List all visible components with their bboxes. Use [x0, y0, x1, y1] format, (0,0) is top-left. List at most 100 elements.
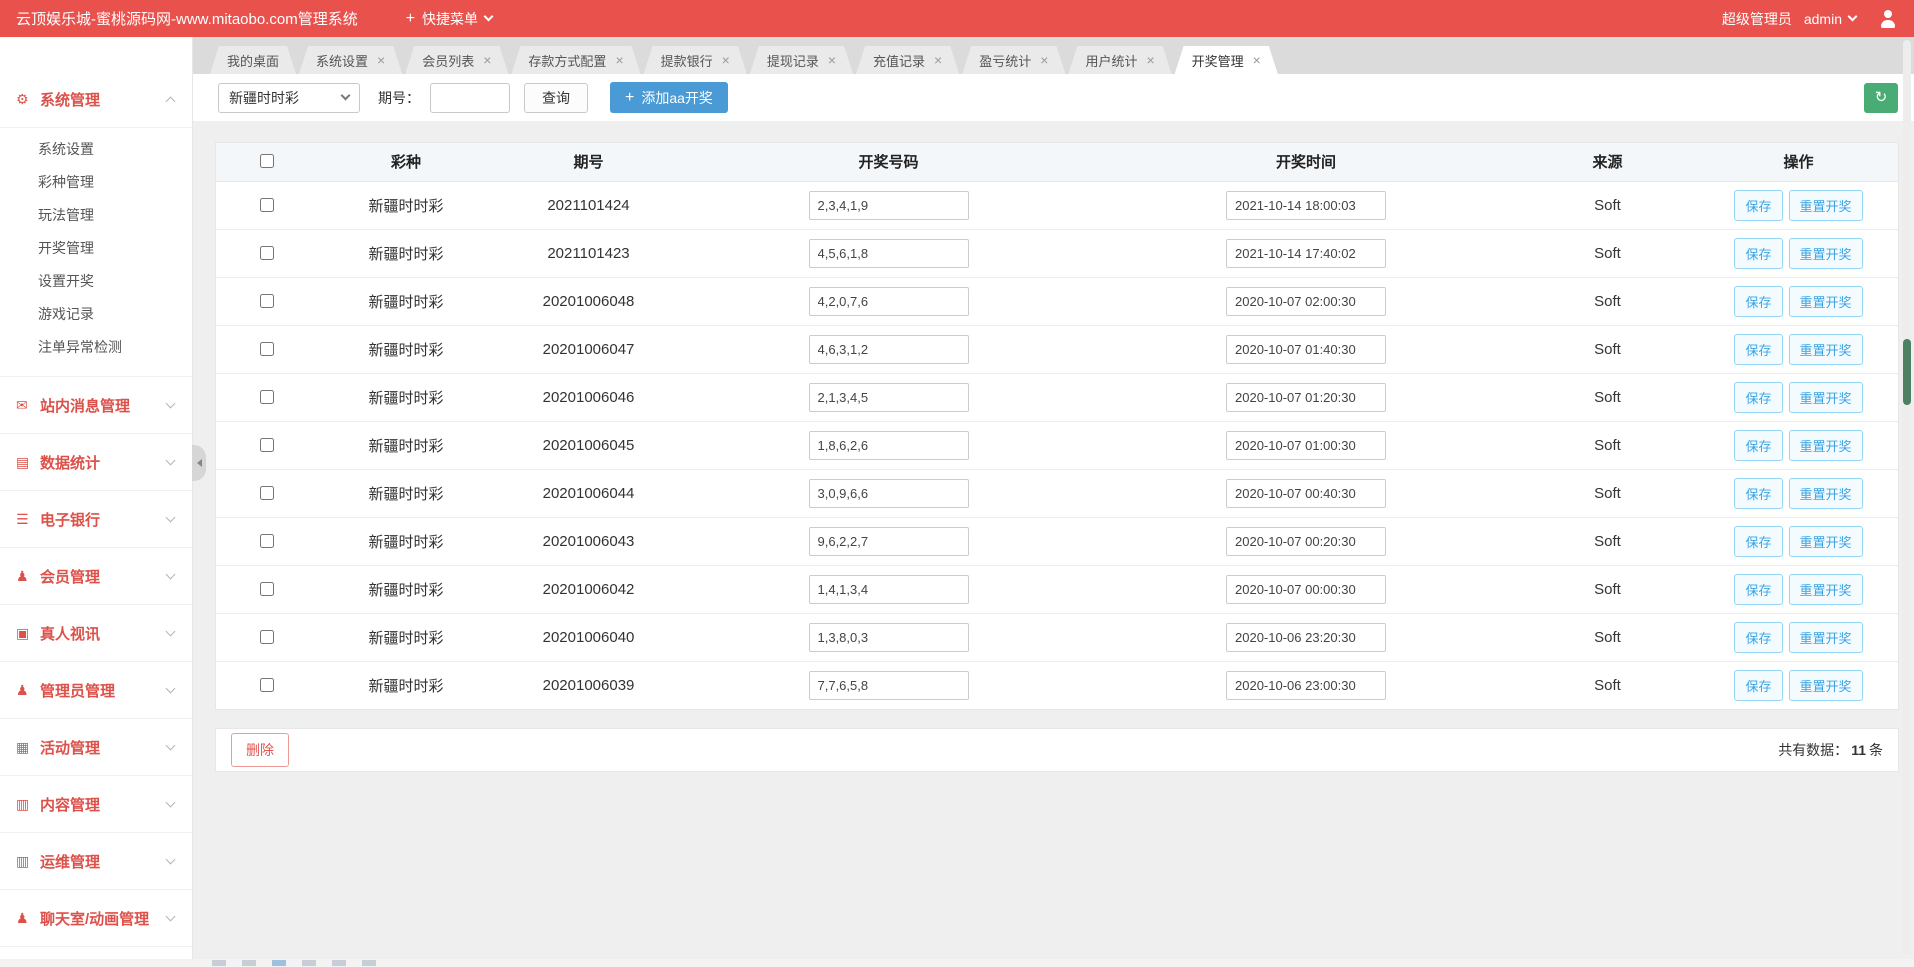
tab-close-icon[interactable]: × [377, 53, 385, 67]
save-button[interactable]: 保存 [1734, 622, 1782, 653]
refresh-button[interactable]: ↻ [1864, 83, 1898, 113]
reset-draw-button[interactable]: 重置开奖 [1789, 238, 1863, 269]
sidebar-group-chatroom-animation-management[interactable]: ♟聊天室/动画管理 [0, 890, 192, 947]
draw-numbers-input[interactable] [809, 527, 969, 556]
draw-numbers-input[interactable] [809, 239, 969, 268]
tab-close-icon[interactable]: × [1146, 53, 1154, 67]
lottery-select[interactable]: 新疆时时彩 [218, 83, 360, 113]
tab-my-desktop[interactable]: 我的桌面 [210, 46, 296, 74]
draw-time-input[interactable] [1226, 623, 1386, 652]
save-button[interactable]: 保存 [1734, 382, 1782, 413]
issue-input[interactable] [430, 83, 510, 113]
tab-withdrawal-records[interactable]: 提现记录× [750, 46, 853, 74]
delete-button[interactable]: 删除 [231, 733, 289, 767]
sidebar-group-site-message-management[interactable]: ✉站内消息管理 [0, 377, 192, 434]
save-button[interactable]: 保存 [1734, 430, 1782, 461]
tab-close-icon[interactable]: × [828, 53, 836, 67]
draw-time-input[interactable] [1226, 335, 1386, 364]
sidebar-group-member-management[interactable]: ♟会员管理 [0, 548, 192, 605]
row-checkbox[interactable] [260, 630, 274, 644]
row-checkbox[interactable] [260, 294, 274, 308]
scrollbar-thumb[interactable] [1903, 339, 1911, 405]
save-button[interactable]: 保存 [1734, 478, 1782, 509]
tab-close-icon[interactable]: × [1253, 53, 1261, 67]
draw-time-input[interactable] [1226, 479, 1386, 508]
draw-numbers-input[interactable] [809, 431, 969, 460]
draw-numbers-input[interactable] [809, 575, 969, 604]
reset-draw-button[interactable]: 重置开奖 [1789, 334, 1863, 365]
tab-close-icon[interactable]: × [615, 53, 623, 67]
row-checkbox[interactable] [260, 678, 274, 692]
reset-draw-button[interactable]: 重置开奖 [1789, 382, 1863, 413]
row-checkbox[interactable] [260, 390, 274, 404]
sidebar-collapse-handle[interactable] [192, 445, 206, 481]
reset-draw-button[interactable]: 重置开奖 [1789, 190, 1863, 221]
quick-menu-button[interactable]: + 快捷菜单 [406, 9, 492, 29]
reset-draw-button[interactable]: 重置开奖 [1789, 574, 1863, 605]
save-button[interactable]: 保存 [1734, 190, 1782, 221]
sidebar-item-set-draw[interactable]: 设置开奖 [0, 265, 192, 298]
save-button[interactable]: 保存 [1734, 526, 1782, 557]
draw-numbers-input[interactable] [809, 623, 969, 652]
tab-close-icon[interactable]: × [934, 53, 942, 67]
draw-numbers-input[interactable] [809, 191, 969, 220]
sidebar-group-data-statistics[interactable]: ▤数据统计 [0, 434, 192, 491]
reset-draw-button[interactable]: 重置开奖 [1789, 430, 1863, 461]
tab-withdrawal-bank[interactable]: 提款银行× [644, 46, 747, 74]
tab-profit-loss-stats[interactable]: 盈亏统计× [962, 46, 1065, 74]
row-checkbox[interactable] [260, 198, 274, 212]
reset-draw-button[interactable]: 重置开奖 [1789, 622, 1863, 653]
user-menu[interactable]: admin [1804, 11, 1856, 27]
sidebar-item-game-records[interactable]: 游戏记录 [0, 298, 192, 331]
tab-member-list[interactable]: 会员列表× [405, 46, 508, 74]
row-checkbox[interactable] [260, 582, 274, 596]
sidebar-group-operations-management[interactable]: ▥运维管理 [0, 833, 192, 890]
draw-time-input[interactable] [1226, 671, 1386, 700]
save-button[interactable]: 保存 [1734, 574, 1782, 605]
tab-recharge-records[interactable]: 充值记录× [856, 46, 959, 74]
sidebar-item-draw-management[interactable]: 开奖管理 [0, 232, 192, 265]
select-all-checkbox[interactable] [260, 154, 274, 168]
tab-deposit-method-config[interactable]: 存款方式配置× [511, 46, 640, 74]
sidebar-group-content-management[interactable]: ▥内容管理 [0, 776, 192, 833]
draw-time-input[interactable] [1226, 527, 1386, 556]
row-checkbox[interactable] [260, 246, 274, 260]
sidebar-group-system-management[interactable]: ⚙系统管理 [0, 71, 192, 128]
draw-numbers-input[interactable] [809, 479, 969, 508]
add-draw-button[interactable]: + 添加aa开奖 [610, 82, 728, 113]
page-scrollbar[interactable] [1903, 40, 1911, 955]
draw-numbers-input[interactable] [809, 671, 969, 700]
save-button[interactable]: 保存 [1734, 334, 1782, 365]
search-button[interactable]: 查询 [524, 83, 588, 113]
sidebar-item-play-method-management[interactable]: 玩法管理 [0, 199, 192, 232]
save-button[interactable]: 保存 [1734, 238, 1782, 269]
user-icon[interactable] [1878, 9, 1898, 29]
draw-numbers-input[interactable] [809, 287, 969, 316]
reset-draw-button[interactable]: 重置开奖 [1789, 286, 1863, 317]
draw-time-input[interactable] [1226, 239, 1386, 268]
sidebar-item-system-settings[interactable]: 系统设置 [0, 133, 192, 166]
save-button[interactable]: 保存 [1734, 286, 1782, 317]
sidebar-group-activity-management[interactable]: ▦活动管理 [0, 719, 192, 776]
row-checkbox[interactable] [260, 534, 274, 548]
sidebar-group-live-video[interactable]: ▣真人视讯 [0, 605, 192, 662]
draw-time-input[interactable] [1226, 431, 1386, 460]
sidebar-group-e-banking[interactable]: ☰电子银行 [0, 491, 192, 548]
row-checkbox[interactable] [260, 438, 274, 452]
tab-close-icon[interactable]: × [483, 53, 491, 67]
tab-system-settings[interactable]: 系统设置× [299, 46, 402, 74]
tab-close-icon[interactable]: × [1040, 53, 1048, 67]
sidebar-item-abnormal-bet-detection[interactable]: 注单异常检测 [0, 331, 192, 364]
draw-time-input[interactable] [1226, 383, 1386, 412]
reset-draw-button[interactable]: 重置开奖 [1789, 526, 1863, 557]
row-checkbox[interactable] [260, 486, 274, 500]
tab-draw-management[interactable]: 开奖管理× [1175, 46, 1278, 74]
reset-draw-button[interactable]: 重置开奖 [1789, 478, 1863, 509]
row-checkbox[interactable] [260, 342, 274, 356]
sidebar-group-admin-management[interactable]: ♟管理员管理 [0, 662, 192, 719]
draw-time-input[interactable] [1226, 575, 1386, 604]
draw-time-input[interactable] [1226, 287, 1386, 316]
tab-user-stats[interactable]: 用户统计× [1068, 46, 1171, 74]
draw-time-input[interactable] [1226, 191, 1386, 220]
tab-close-icon[interactable]: × [722, 53, 730, 67]
